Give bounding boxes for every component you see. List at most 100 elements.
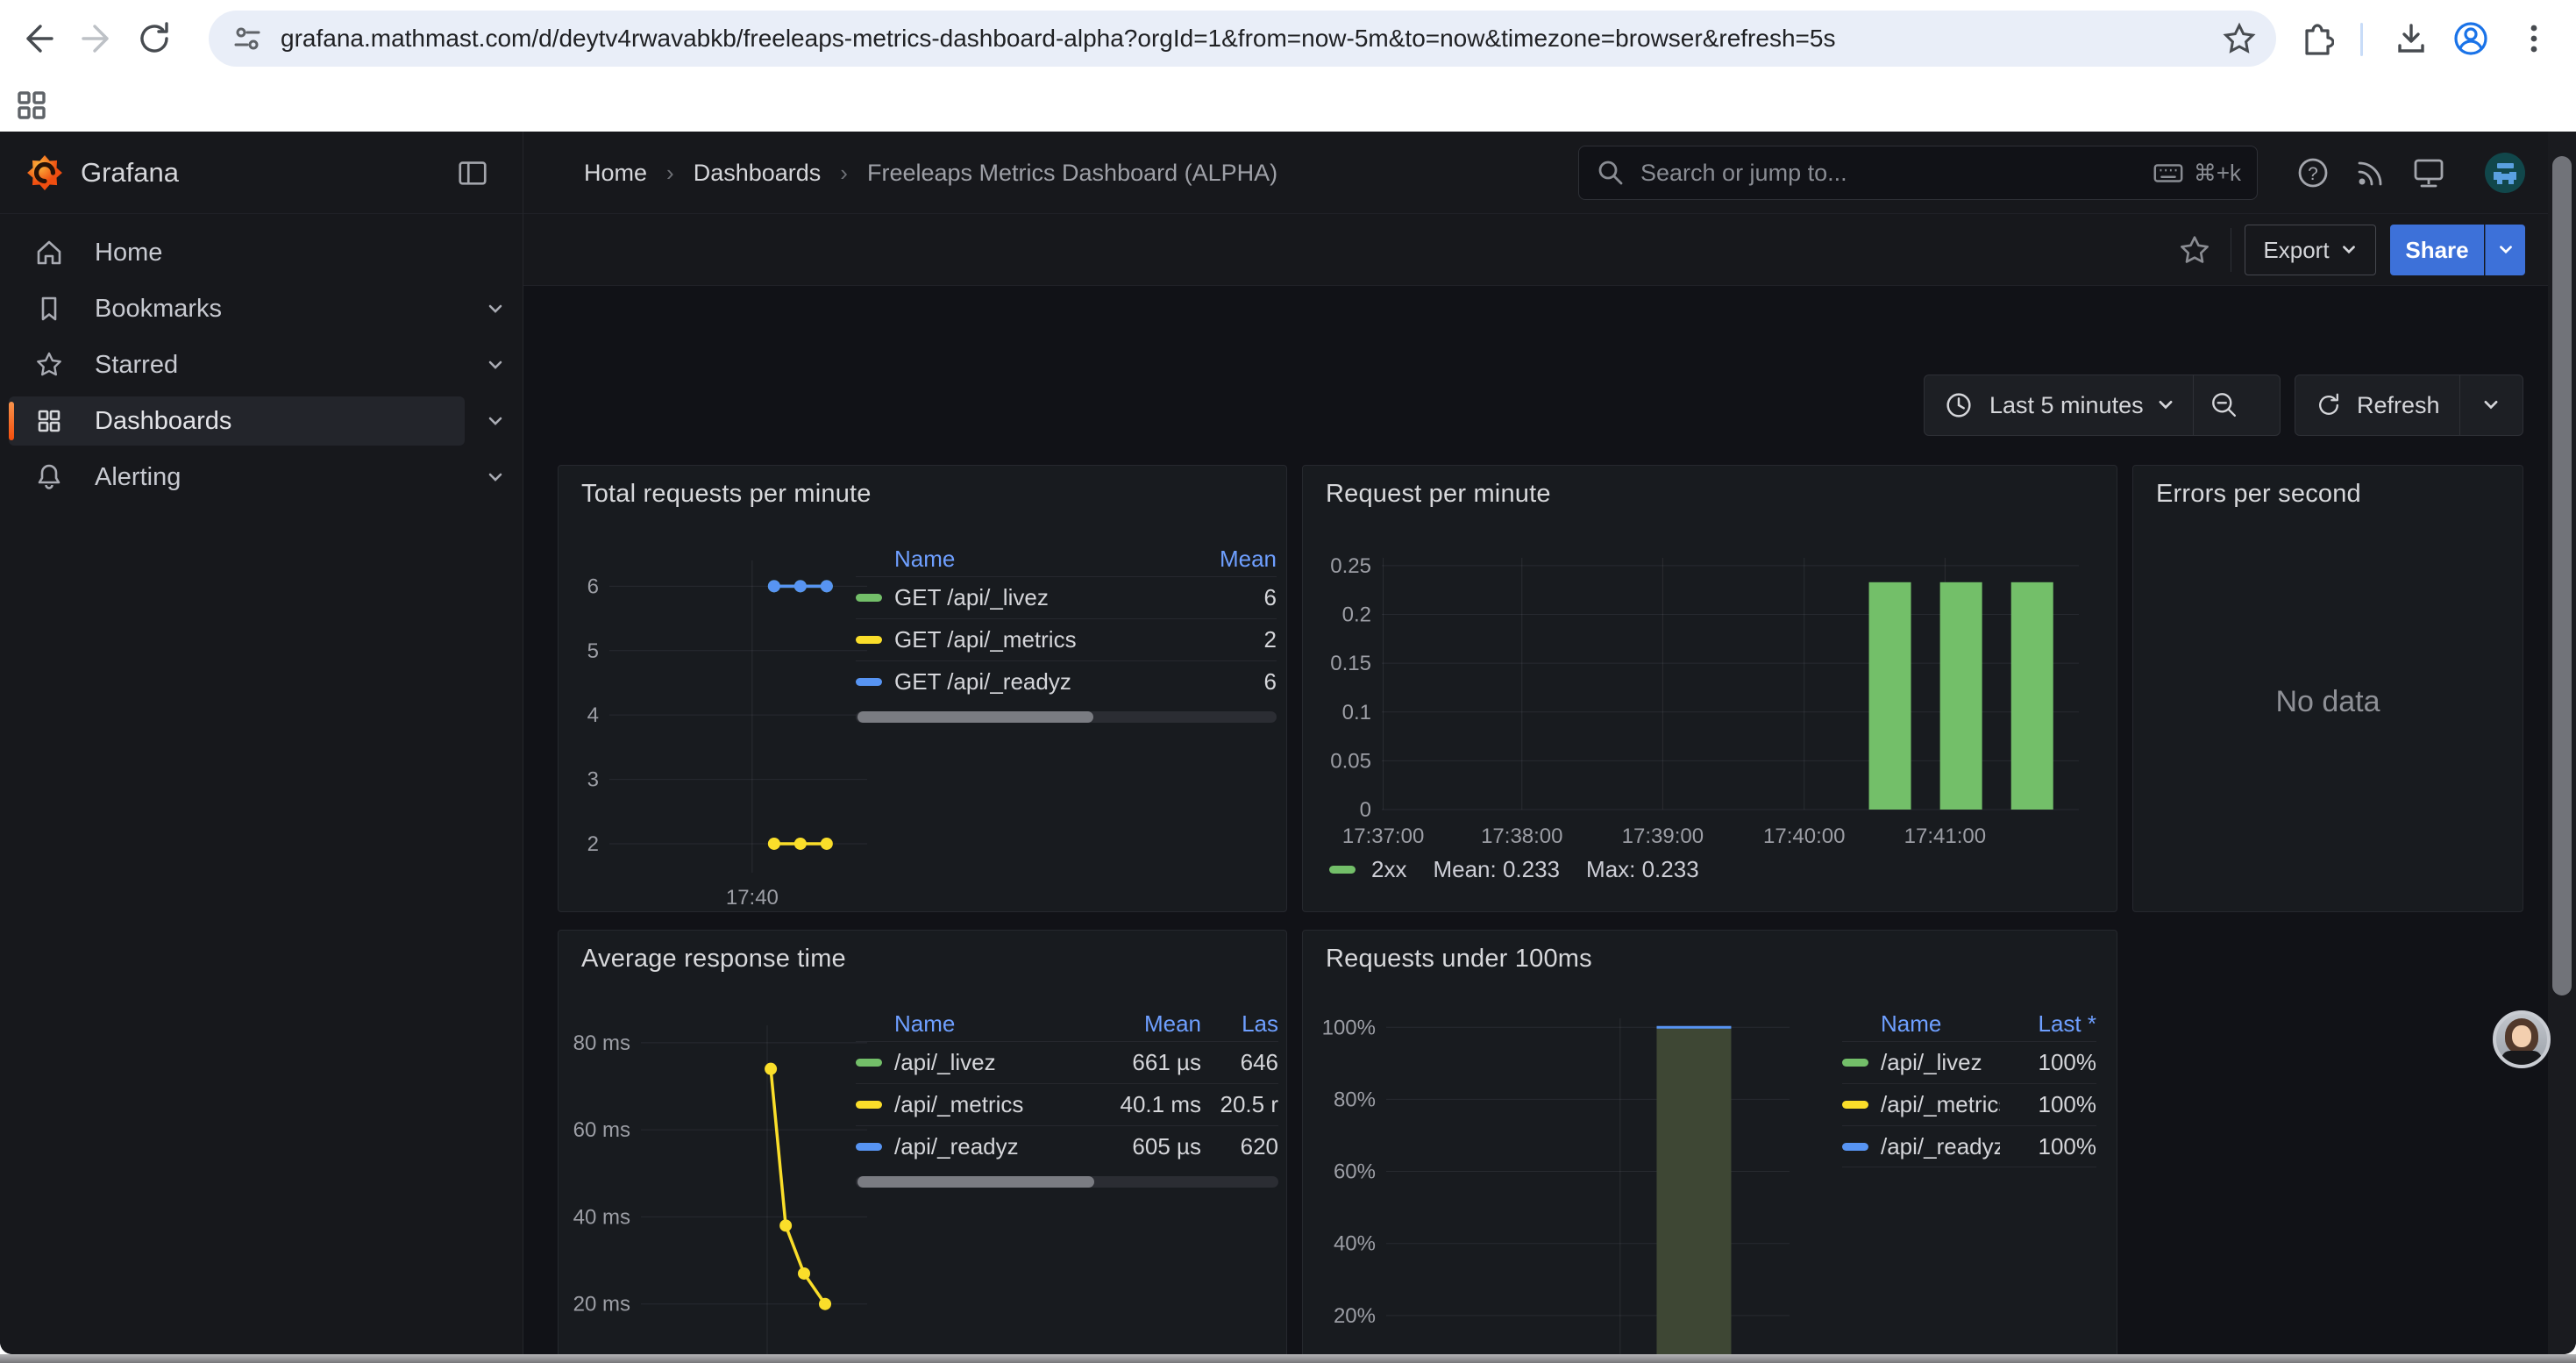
share-menu-button[interactable]	[2485, 225, 2525, 275]
panel-requests-under-100ms: Requests under 100ms 0%20%40%60%80%100%1…	[1302, 930, 2117, 1354]
refresh-interval-chevron-icon[interactable]	[2481, 396, 2501, 415]
address-bar[interactable]: grafana.mathmast.com/d/deytv4rwavabkb/fr…	[209, 11, 2276, 67]
divider	[2193, 375, 2194, 435]
legend-row[interactable]: /api/_readyz100%	[1842, 1125, 2096, 1167]
export-button[interactable]: Export	[2245, 225, 2376, 275]
reload-button[interactable]	[135, 19, 174, 58]
svg-text:80%: 80%	[1334, 1088, 1376, 1111]
monitor-icon[interactable]	[2409, 153, 2448, 192]
search-icon	[1593, 155, 1628, 190]
svg-text:0.25: 0.25	[1330, 554, 1371, 578]
svg-text:3: 3	[587, 768, 599, 792]
svg-text:0.05: 0.05	[1330, 749, 1371, 773]
svg-text:0: 0	[1360, 798, 1371, 822]
sidebar-item-bookmarks[interactable]: Bookmarks	[9, 284, 465, 333]
panel-title[interactable]: Request per minute	[1326, 480, 1551, 509]
share-button[interactable]: Share	[2390, 225, 2484, 275]
extensions-icon[interactable]	[2295, 19, 2334, 58]
bar-chart[interactable]: 00.050.10.150.20.2517:37:0017:38:0017:39…	[1316, 549, 2101, 852]
legend-inline[interactable]: 2xx Mean: 0.233 Max: 0.233	[1329, 856, 1699, 883]
page-scrollbar-thumb[interactable]	[2552, 156, 2572, 995]
favorite-star-icon[interactable]	[2176, 232, 2213, 268]
timeseries-chart[interactable]: 2345617:40	[567, 546, 878, 913]
dashboard-canvas: Last 5 minutes Refresh Total requests pe…	[523, 286, 2576, 1354]
chevron-down-icon[interactable]	[482, 408, 509, 434]
brand-zone: Grafana	[0, 132, 523, 214]
home-icon	[33, 237, 65, 268]
zoom-out-icon[interactable]	[2207, 388, 2242, 423]
help-icon[interactable]: ?	[2294, 153, 2332, 192]
legend-row[interactable]: /api/_metrics40.1 ms20.5 r	[856, 1083, 1278, 1125]
panel-title[interactable]: Total requests per minute	[581, 480, 872, 509]
panel-title[interactable]: Errors per second	[2156, 480, 2361, 509]
chevron-down-icon	[2156, 396, 2175, 415]
news-rss-icon[interactable]	[2352, 153, 2390, 192]
legend-row[interactable]: /api/_metrics100%	[1842, 1083, 2096, 1125]
sidebar-item-home[interactable]: Home	[9, 228, 465, 277]
chevron-down-icon[interactable]	[482, 464, 509, 490]
grafana-app: Grafana Home › Dashboards › Freeleaps Me…	[0, 132, 2576, 1363]
legend-row[interactable]: /api/_livez661 µs646	[856, 1041, 1278, 1083]
series-mean: Mean: 0.233	[1433, 856, 1560, 883]
grafana-logo[interactable]	[26, 154, 63, 191]
panel-title[interactable]: Requests under 100ms	[1326, 945, 1592, 974]
svg-text:?: ?	[2308, 164, 2318, 184]
legend-scrollbar[interactable]	[856, 1176, 1278, 1188]
forward-button[interactable]	[77, 19, 116, 58]
breadcrumb-current: Freeleaps Metrics Dashboard (ALPHA)	[867, 160, 1277, 187]
grafana-header: Grafana Home › Dashboards › Freeleaps Me…	[0, 132, 2576, 214]
bookmark-star-icon[interactable]	[2220, 19, 2259, 58]
svg-text:80 ms: 80 ms	[573, 1031, 630, 1055]
refresh-button[interactable]: Refresh	[2295, 375, 2523, 436]
back-button[interactable]	[19, 19, 58, 58]
sidebar-item-dashboards[interactable]: Dashboards	[9, 396, 465, 446]
sidebar-toggle-icon[interactable]	[456, 156, 489, 189]
time-range-picker[interactable]: Last 5 minutes	[1924, 375, 2281, 436]
no-data-message: No data	[2133, 685, 2523, 719]
refresh-label: Refresh	[2357, 392, 2440, 419]
series-color-pill	[1329, 866, 1356, 874]
legend-row[interactable]: GET /api/_readyz6	[856, 660, 1277, 703]
dashboard-toolbar: Export Share	[523, 214, 2576, 286]
clock-icon	[1942, 389, 1975, 422]
dashboards-grid-icon	[33, 405, 65, 437]
user-avatar[interactable]	[2485, 153, 2525, 193]
svg-text:17:40:00: 17:40:00	[1763, 824, 1845, 848]
horizontal-scrollbar[interactable]	[0, 1354, 2576, 1363]
legend-scrollbar[interactable]	[856, 711, 1277, 723]
floating-assistant-avatar[interactable]	[2493, 1010, 2551, 1068]
download-icon[interactable]	[2392, 19, 2430, 58]
bar-chart[interactable]: 0%20%40%60%80%100%17:40	[1316, 1008, 1807, 1354]
search-placeholder: Search or jump to...	[1640, 160, 2152, 187]
legend-header[interactable]: NameMeanLas	[856, 1006, 1278, 1041]
chevron-down-icon[interactable]	[482, 296, 509, 322]
site-info-icon[interactable]	[230, 21, 265, 56]
breadcrumb-home[interactable]: Home	[584, 160, 647, 187]
legend-row[interactable]: GET /api/_metrics2	[856, 618, 1277, 660]
sidebar-item-starred[interactable]: Starred	[9, 340, 465, 389]
timeseries-chart[interactable]: 0 s20 ms40 ms60 ms80 ms17:40	[567, 1011, 878, 1354]
legend-row[interactable]: /api/_readyz605 µs620	[856, 1125, 1278, 1167]
svg-text:0.2: 0.2	[1342, 603, 1371, 627]
chevron-down-icon	[2340, 241, 2358, 259]
sidebar-item-label: Home	[95, 239, 162, 268]
legend-header[interactable]: NameLast *	[1842, 1006, 2096, 1041]
panel-title[interactable]: Average response time	[581, 945, 846, 974]
chevron-down-icon[interactable]	[482, 352, 509, 378]
browser-menu-icon[interactable]	[2515, 19, 2553, 58]
legend-row[interactable]: GET /api/_livez6	[856, 576, 1277, 618]
brand-label[interactable]: Grafana	[81, 132, 179, 213]
apps-grid-icon[interactable]	[12, 86, 51, 125]
legend-row[interactable]: /api/_livez100%	[1842, 1041, 2096, 1083]
panel-request-per-minute: Request per minute 00.050.10.150.20.2517…	[1302, 465, 2117, 912]
search-input[interactable]: Search or jump to... ⌘+k	[1578, 146, 2258, 200]
sidebar-item-alerting[interactable]: Alerting	[9, 453, 465, 502]
bookmarks-bar: Freeleaps 收藏博客	[0, 77, 2576, 132]
url-text[interactable]: grafana.mathmast.com/d/deytv4rwavabkb/fr…	[281, 25, 2220, 53]
profile-icon[interactable]	[2451, 19, 2490, 58]
legend-header[interactable]: NameMean	[856, 541, 1277, 576]
refresh-icon	[2313, 389, 2345, 421]
page-scrollbar-track[interactable]	[2548, 132, 2576, 1354]
svg-text:0.1: 0.1	[1342, 701, 1371, 724]
breadcrumb-dashboards[interactable]: Dashboards	[694, 160, 822, 187]
